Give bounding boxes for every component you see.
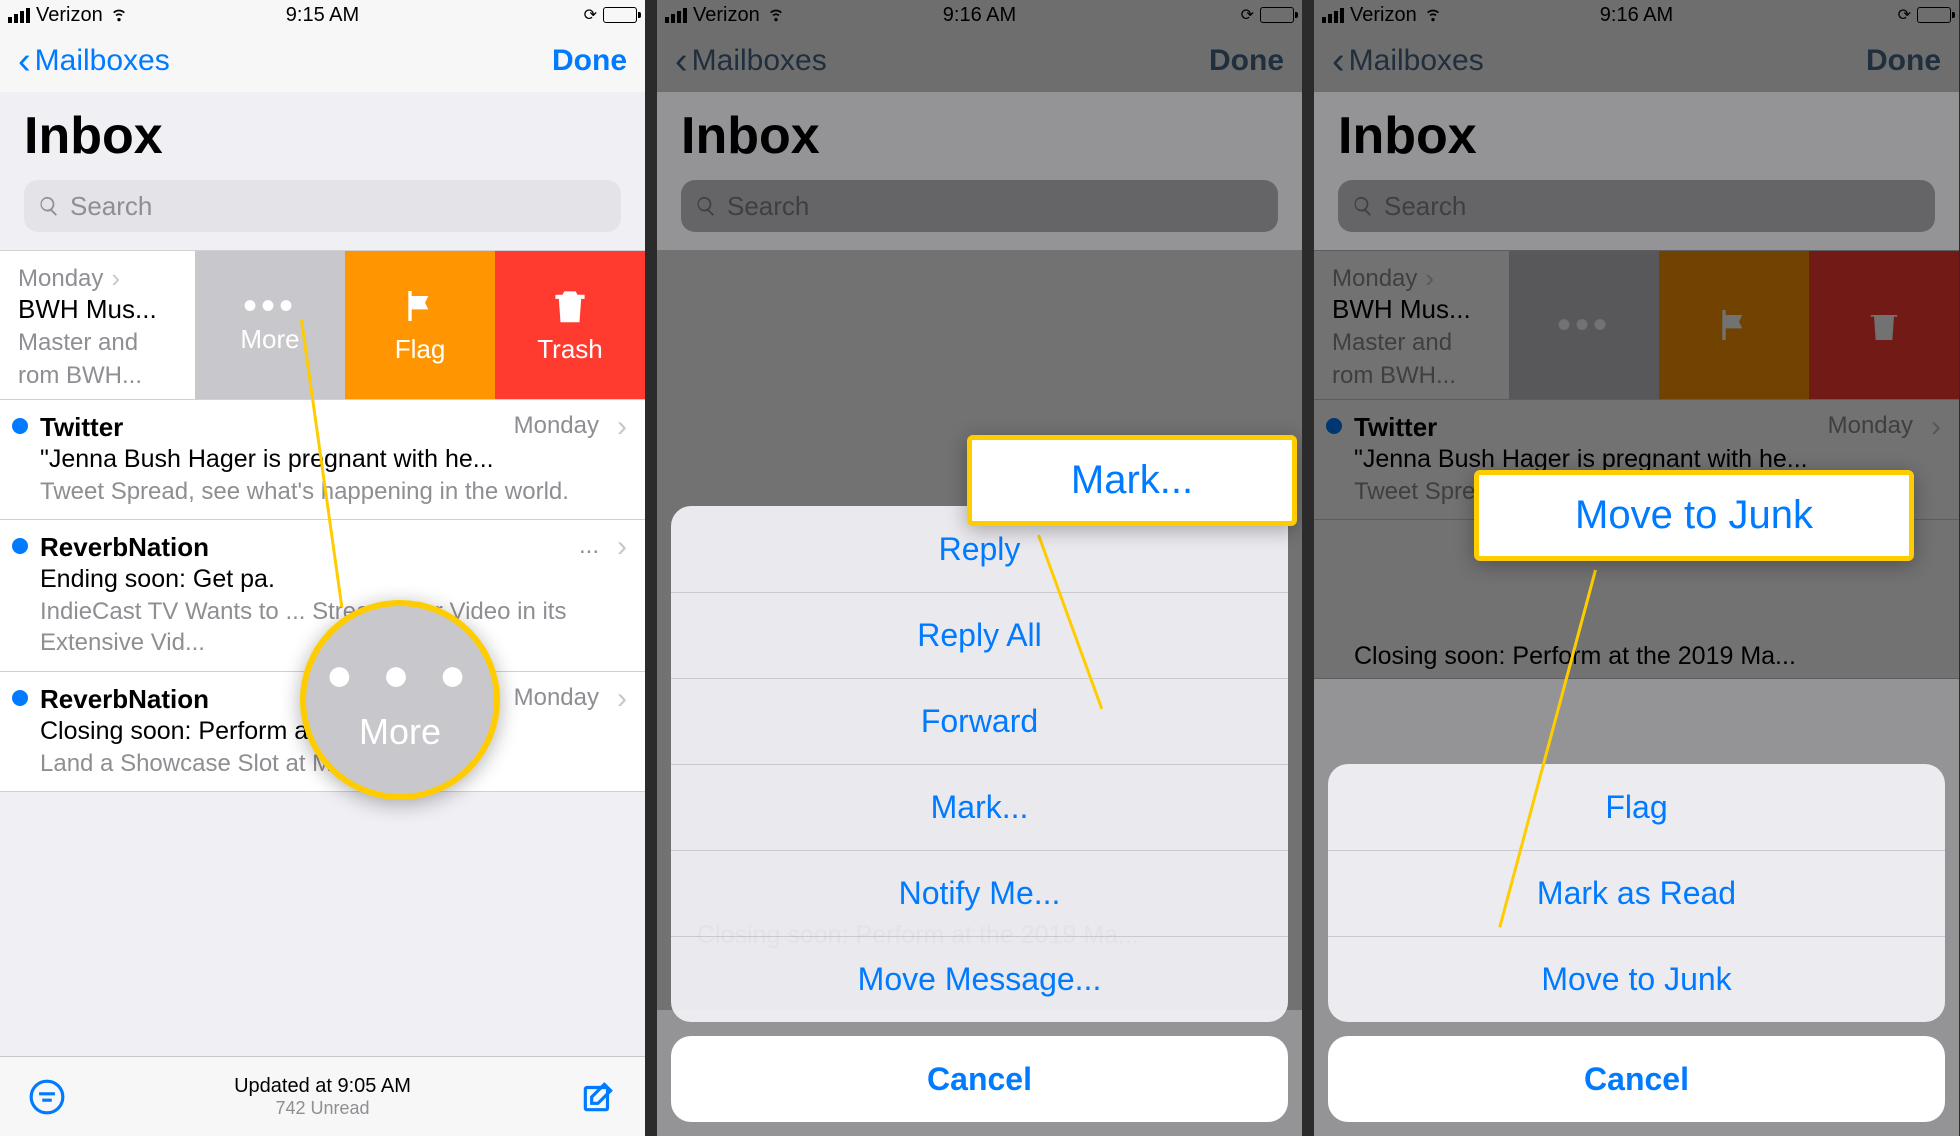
action-move-message[interactable]: Move Message... (671, 936, 1288, 1022)
swipe-more-button[interactable]: ••• More (195, 251, 345, 399)
flag-icon (400, 286, 440, 326)
message-preview: rom BWH... (18, 360, 188, 391)
message-subject: Master and (18, 327, 188, 358)
page-title: Inbox (0, 92, 645, 174)
swipe-actions: ••• More Flag Trash (195, 251, 645, 399)
action-sheet: Flag Mark as Read Move to Junk Cancel (1328, 764, 1945, 1122)
action-cancel[interactable]: Cancel (671, 1036, 1288, 1122)
action-cancel[interactable]: Cancel (1328, 1036, 1945, 1122)
back-label: Mailboxes (35, 44, 170, 78)
action-reply-all[interactable]: Reply All (671, 592, 1288, 678)
action-mark[interactable]: Mark... (671, 764, 1288, 850)
search-placeholder: Search (70, 191, 152, 222)
action-flag[interactable]: Flag (1328, 764, 1945, 850)
message-date: Monday (18, 265, 103, 293)
search-input[interactable]: Search (24, 180, 621, 232)
message-date: Monday (514, 412, 599, 440)
bottom-toolbar: Updated at 9:05 AM 742 Unread (0, 1056, 645, 1136)
chevron-right-icon: › (617, 410, 627, 444)
message-sender: BWH Mus... (18, 294, 188, 325)
screen-2: Verizon 9:16 AM ⟳ ‹ Mailboxes Done Inbox… (657, 0, 1302, 1136)
search-icon (38, 195, 60, 217)
status-updated: Updated at 9:05 AM (0, 1075, 645, 1098)
status-unread: 742 Unread (0, 1098, 645, 1119)
clock: 9:15 AM (0, 4, 645, 27)
more-magnifier-callout: ● ● ● More (300, 600, 500, 800)
message-preview: Tweet Spread, see what's happening in th… (40, 476, 627, 507)
ellipsis-icon: ••• (243, 296, 297, 316)
message-date: ... (579, 532, 599, 560)
action-notify-me[interactable]: Notify Me... (671, 850, 1288, 936)
mark-callout: Mark... (967, 435, 1297, 526)
swipe-trash-button[interactable]: Trash (495, 251, 645, 399)
swipe-more-label: More (240, 324, 299, 355)
action-sheet-group: Reply Reply All Forward Mark... Notify M… (671, 506, 1288, 1022)
magnifier-label: More (359, 711, 441, 753)
done-button[interactable]: Done (552, 44, 627, 78)
battery-icon (603, 7, 637, 23)
callout-label: Mark... (1071, 458, 1193, 503)
ellipsis-icon: ● ● ● (326, 647, 475, 701)
trash-icon (550, 286, 590, 326)
callout-label: Move to Junk (1575, 493, 1813, 538)
swipe-flag-label: Flag (395, 334, 446, 365)
back-button[interactable]: ‹ Mailboxes (18, 44, 170, 78)
action-move-to-junk[interactable]: Move to Junk (1328, 936, 1945, 1022)
move-to-junk-callout: Move to Junk (1474, 470, 1914, 561)
message-date: Monday (514, 684, 599, 712)
message-row[interactable]: Monday › BWH Mus... Master and rom BWH..… (0, 250, 645, 400)
chevron-right-icon: › (111, 263, 120, 294)
screen-3: Verizon 9:16 AM ⟳ ‹ Mailboxes Done Inbox… (1314, 0, 1959, 1136)
chevron-right-icon: › (617, 530, 627, 564)
message-subject: "Jenna Bush Hager is pregnant with he... (40, 445, 627, 474)
status-bar: Verizon 9:15 AM ⟳ (0, 0, 645, 30)
swipe-flag-button[interactable]: Flag (345, 251, 495, 399)
unread-dot-icon (12, 418, 28, 434)
nav-bar: ‹ Mailboxes Done (0, 30, 645, 92)
unread-dot-icon (12, 538, 28, 554)
chevron-left-icon: ‹ (18, 52, 31, 71)
action-sheet-group: Flag Mark as Read Move to Junk (1328, 764, 1945, 1022)
unread-dot-icon (12, 690, 28, 706)
chevron-right-icon: › (617, 682, 627, 716)
screen-1: Verizon 9:15 AM ⟳ ‹ Mailboxes Done Inbox… (0, 0, 645, 1136)
message-subject: Ending soon: Get pa. (40, 565, 627, 594)
swipe-trash-label: Trash (537, 334, 603, 365)
action-forward[interactable]: Forward (671, 678, 1288, 764)
action-mark-as-read[interactable]: Mark as Read (1328, 850, 1945, 936)
action-sheet: Reply Reply All Forward Mark... Notify M… (671, 506, 1288, 1122)
